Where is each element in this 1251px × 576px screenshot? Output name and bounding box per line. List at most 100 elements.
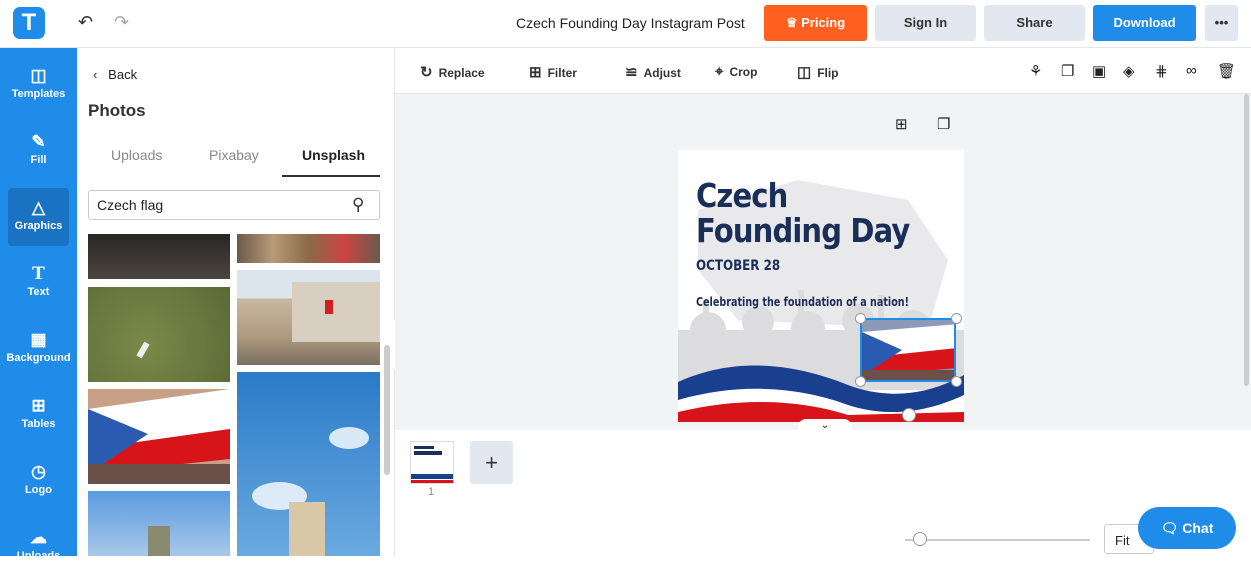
czech-flag-photo (862, 320, 954, 380)
resize-handle[interactable] (855, 376, 866, 387)
rail-label: Text (27, 286, 50, 298)
share-button[interactable]: Share (984, 5, 1085, 41)
templates-icon: ◫ (30, 66, 47, 85)
panel-scrollbar[interactable] (384, 345, 390, 475)
tower-shape (289, 502, 325, 556)
search-icon[interactable]: ⚲ (352, 195, 364, 215)
trash-icon[interactable]: 🗑 (1217, 62, 1236, 80)
replace-icon: ↻ (420, 64, 433, 81)
pricing-label: Pricing (801, 15, 846, 30)
thumb-wave (411, 474, 453, 479)
back-label: Back (108, 67, 138, 82)
search-input[interactable]: Czech flag (88, 190, 380, 220)
flip-button[interactable]: ◫ Flip (797, 63, 839, 81)
resize-handle[interactable] (855, 313, 866, 324)
page-thumbnail[interactable] (410, 441, 454, 484)
rail-label: Templates (11, 88, 66, 100)
photo-thumbnail[interactable] (237, 372, 380, 556)
duplicate-page-icon[interactable]: ❐ (937, 115, 950, 133)
photo-thumbnail[interactable] (88, 491, 230, 556)
back-button[interactable]: ‹ Back (93, 67, 137, 82)
title-line-2: Founding Day (696, 211, 910, 250)
flip-label: Flip (817, 66, 839, 80)
crop-icon: ⌖ (715, 63, 724, 80)
card-subtitle[interactable]: Celebrating the foundation of a nation! (696, 295, 909, 309)
rail-item-fill[interactable]: ✎ Fill (0, 122, 77, 180)
shapes-icon: △ (31, 198, 46, 217)
rail-label: Graphics (14, 220, 63, 232)
rail-item-background[interactable]: ▦ Background (0, 320, 77, 378)
selected-image[interactable] (860, 318, 956, 382)
flag-shape (325, 300, 333, 314)
add-page-button[interactable]: + (470, 441, 513, 484)
rotate-handle[interactable] (902, 408, 916, 422)
upload-icon: ☁ (30, 528, 47, 547)
sign-in-button[interactable]: Sign In (875, 5, 976, 41)
rail-item-uploads[interactable]: ☁ Uploads (0, 518, 77, 576)
resize-handle[interactable] (951, 313, 962, 324)
rail-item-logo[interactable]: ◷ Logo (0, 452, 77, 510)
thumb-wave (411, 480, 453, 483)
photo-thumbnail[interactable] (237, 234, 380, 263)
paint-roller-icon[interactable]: ⚘ (1029, 62, 1042, 80)
zoom-slider[interactable] (905, 539, 1090, 541)
logo-icon: ◷ (31, 462, 46, 481)
rail-item-text[interactable]: T Text (0, 254, 77, 312)
align-icon[interactable]: ⋕ (1155, 62, 1168, 80)
rail-label: Background (6, 352, 71, 364)
pricing-button[interactable]: ♕ Pricing (764, 5, 867, 41)
panel-title: Photos (88, 101, 146, 120)
cloud-shape (329, 427, 369, 449)
page-number: 1 (428, 486, 435, 498)
chat-button[interactable]: 🗨 Chat (1138, 507, 1236, 549)
photo-thumbnail[interactable] (237, 270, 380, 365)
opacity-icon[interactable]: ◈ (1123, 62, 1135, 80)
adjust-button[interactable]: ≌ Adjust (625, 63, 681, 81)
redo-icon[interactable]: ↷ (114, 12, 129, 33)
tab-unsplash[interactable]: Unsplash (302, 147, 365, 163)
document-title[interactable]: Czech Founding Day Instagram Post (516, 15, 745, 31)
filter-label: Filter (547, 66, 577, 80)
crop-button[interactable]: ⌖ Crop (715, 63, 757, 80)
duplicate-icon[interactable]: ❐ (1061, 62, 1074, 80)
rail-item-templates[interactable]: ◫ Templates (0, 56, 77, 114)
photo-thumbnail[interactable] (88, 234, 230, 279)
tab-pixabay[interactable]: Pixabay (209, 147, 259, 163)
thumb-title-line (414, 451, 442, 455)
filter-button[interactable]: ⊞ Filter (529, 63, 577, 81)
rail-label: Logo (25, 484, 52, 496)
add-page-icon[interactable]: ⊞ (895, 115, 908, 133)
crown-icon: ♕ (785, 15, 802, 30)
thumb-title-line (414, 446, 434, 449)
flip-icon: ◫ (797, 64, 812, 81)
text-icon: T (32, 264, 45, 284)
zoom-slider-knob[interactable] (913, 532, 927, 546)
photo-thumbnail[interactable] (88, 389, 230, 484)
adjust-label: Adjust (643, 66, 681, 80)
replace-button[interactable]: ↻ Replace (420, 63, 485, 81)
table-icon: ⊞ (31, 396, 46, 415)
left-rail: ◫ Templates ✎ Fill △ Graphics T Text ▦ Backgr… (0, 48, 77, 562)
photo-thumbnail[interactable] (88, 287, 230, 382)
tab-uploads[interactable]: Uploads (111, 147, 162, 163)
card-date[interactable]: OCTOBER 28 (696, 258, 780, 274)
image-toolbar: ↻ Replace ⊞ Filter ≌ Adjust ⌖ Crop ◫ Flip ⚘ ❐… (395, 48, 1251, 94)
replace-label: Replace (438, 66, 485, 80)
link-icon[interactable]: ∞ (1186, 62, 1197, 79)
download-button[interactable]: Download (1093, 5, 1196, 41)
undo-icon[interactable]: ↶ (78, 12, 93, 33)
rail-label: Fill (30, 154, 47, 166)
resize-handle[interactable] (951, 376, 962, 387)
rail-item-tables[interactable]: ⊞ Tables (0, 386, 77, 444)
rail-item-graphics[interactable]: △ Graphics (8, 188, 69, 246)
layer-icon[interactable]: ▣ (1092, 62, 1106, 80)
app-logo[interactable]: T (13, 7, 45, 39)
title-line-1: Czech (696, 176, 788, 215)
more-options-button[interactable]: ••• (1205, 5, 1238, 41)
rail-label: Tables (21, 418, 56, 430)
building-shape (292, 282, 380, 342)
pencil-icon: ✎ (31, 132, 46, 151)
canvas-scrollbar[interactable] (1244, 94, 1249, 386)
background-icon: ▦ (30, 330, 47, 349)
card-title[interactable]: Czech Founding Day (696, 176, 910, 250)
